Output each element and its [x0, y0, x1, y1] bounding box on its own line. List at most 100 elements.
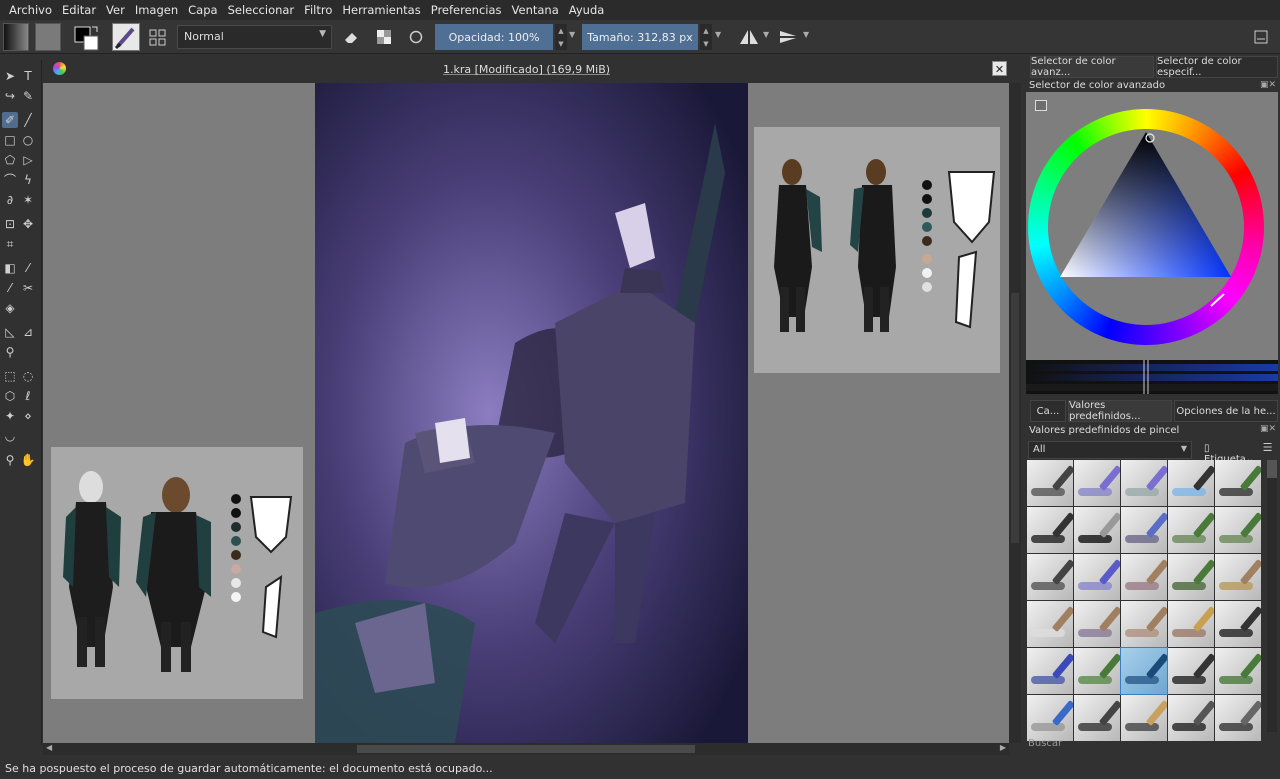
tab-brush-presets[interactable]: Valores predefinidos...	[1068, 400, 1172, 422]
freehand-path-icon[interactable]: ϟ	[20, 172, 36, 188]
opacity-slider[interactable]: Opacidad: 100%	[435, 24, 553, 50]
reference-image-left[interactable]	[51, 447, 303, 699]
blend-mode-select[interactable]: Normal ▼	[177, 25, 332, 49]
tab-specific-color-selector[interactable]: Selector de color especif...	[1156, 56, 1278, 78]
pan-tool-icon[interactable]: ✋	[20, 452, 36, 468]
preset-item[interactable]	[1215, 460, 1261, 506]
scroll-thumb[interactable]	[1011, 293, 1019, 543]
preset-item[interactable]	[1215, 601, 1261, 647]
pattern-swatch[interactable]	[35, 23, 61, 51]
alpha-lock-icon[interactable]	[373, 25, 395, 49]
preset-grid-scrollbar[interactable]	[1267, 460, 1277, 732]
color-picker-icon[interactable]: ⁄	[20, 260, 36, 276]
scroll-right-icon[interactable]: ▶	[1000, 743, 1006, 752]
size-stepper[interactable]: ▲ ▼	[700, 24, 712, 50]
reload-preset-icon[interactable]	[405, 25, 427, 49]
opacity-stepper[interactable]: ▲ ▼	[555, 24, 567, 50]
preset-item[interactable]	[1027, 695, 1073, 741]
preset-item[interactable]	[1168, 507, 1214, 553]
color-history-bars[interactable]	[1026, 360, 1278, 394]
chevron-down-icon[interactable]: ▼	[569, 30, 575, 58]
menu-herramientas[interactable]: Herramientas	[337, 3, 425, 17]
menu-ayuda[interactable]: Ayuda	[564, 3, 610, 17]
preset-item[interactable]	[1074, 648, 1120, 694]
main-painting[interactable]	[315, 83, 748, 743]
tab-ca[interactable]: Ca...	[1030, 400, 1066, 422]
preset-item-selected[interactable]	[1120, 647, 1168, 695]
preset-item[interactable]	[1168, 460, 1214, 506]
select-shapes-icon[interactable]: ➤	[2, 68, 18, 84]
preset-item[interactable]	[1074, 554, 1120, 600]
preset-item[interactable]	[1027, 648, 1073, 694]
saturation-value-triangle[interactable]	[1026, 92, 1278, 364]
rectangle-tool-icon[interactable]: □	[2, 132, 18, 148]
chevron-down-icon[interactable]: ▼	[715, 30, 721, 58]
preset-item[interactable]	[1027, 507, 1073, 553]
multibrush-icon[interactable]: ✶	[20, 192, 36, 208]
eraser-icon[interactable]	[340, 25, 362, 49]
preset-item[interactable]	[1121, 601, 1167, 647]
preset-item[interactable]	[1215, 648, 1261, 694]
preset-item[interactable]	[1215, 695, 1261, 741]
fill-tool-icon[interactable]: ◈	[2, 300, 18, 316]
preset-item[interactable]	[1121, 507, 1167, 553]
fg-bg-color-icon[interactable]	[73, 23, 101, 51]
bezier-select-icon[interactable]: ◡	[2, 428, 18, 444]
reference-image-right[interactable]	[754, 127, 1000, 373]
preset-search-input[interactable]: Buscar	[1028, 738, 1062, 749]
rect-select-icon[interactable]: ⬚	[2, 368, 18, 384]
gradient-swatch[interactable]	[3, 23, 29, 51]
tag-button[interactable]: ▯ Etiqueta⌄	[1200, 441, 1256, 465]
canvas[interactable]	[43, 83, 1009, 743]
preset-item[interactable]	[1215, 507, 1261, 553]
crop-tool-icon[interactable]: ⌗	[2, 236, 18, 252]
mirror-horizontal-icon[interactable]	[738, 25, 760, 49]
colorize-mask-icon[interactable]: ⁄	[2, 280, 18, 296]
assistant-tool-icon[interactable]: ◺	[2, 324, 18, 340]
preset-item[interactable]	[1074, 460, 1120, 506]
freehand-select-icon[interactable]: ℓ	[20, 388, 36, 404]
preset-item[interactable]	[1168, 648, 1214, 694]
measure-tool-icon[interactable]: ⊿	[20, 324, 36, 340]
view-mode-icon[interactable]: ☰	[1259, 441, 1276, 459]
zoom-tool-icon[interactable]: ⚲	[2, 452, 18, 468]
ellipse-select-icon[interactable]: ◌	[20, 368, 36, 384]
similar-select-icon[interactable]: ⋄	[20, 408, 36, 424]
smart-patch-icon[interactable]: ✂	[20, 280, 36, 296]
edit-shapes-icon[interactable]: ↪	[2, 88, 18, 104]
text-tool-icon[interactable]: T	[20, 68, 36, 84]
brush-preset-icon[interactable]	[112, 23, 140, 51]
chevron-down-icon[interactable]: ▼	[803, 30, 809, 58]
move-tool-icon[interactable]: ✥	[20, 216, 36, 232]
preset-item[interactable]	[1074, 601, 1120, 647]
horizontal-scrollbar[interactable]: ◀ ▶	[43, 743, 1009, 755]
preset-item[interactable]	[1215, 554, 1261, 600]
close-icon[interactable]: ✕	[992, 61, 1007, 76]
gradient-tool-icon[interactable]: ◧	[2, 260, 18, 276]
preset-item[interactable]	[1168, 601, 1214, 647]
polyline-tool-icon[interactable]: ▷	[20, 152, 36, 168]
preset-filter-select[interactable]: All ▼	[1028, 441, 1192, 459]
menu-seleccionar[interactable]: Seleccionar	[223, 3, 300, 17]
menu-capa[interactable]: Capa	[183, 3, 222, 17]
preset-item[interactable]	[1121, 554, 1167, 600]
menu-ver[interactable]: Ver	[101, 3, 130, 17]
preset-item[interactable]	[1074, 507, 1120, 553]
reference-pin-icon[interactable]: ⚲	[2, 344, 18, 360]
dynamic-brush-icon[interactable]: ∂	[2, 192, 18, 208]
preset-item[interactable]	[1027, 601, 1073, 647]
preset-item[interactable]	[1027, 460, 1073, 506]
tab-tool-options[interactable]: Opciones de la he...	[1174, 400, 1278, 422]
size-slider[interactable]: Tamaño: 312,83 px	[582, 24, 698, 50]
scroll-left-icon[interactable]: ◀	[46, 743, 52, 752]
bezier-tool-icon[interactable]: ⌒	[2, 172, 18, 188]
preset-item[interactable]	[1074, 695, 1120, 741]
scroll-thumb[interactable]	[357, 745, 695, 753]
document-tab[interactable]: 1.kra [Modificado] (169,9 MiB)	[43, 56, 1010, 83]
vertical-scrollbar[interactable]	[1009, 83, 1021, 743]
preset-item[interactable]	[1121, 695, 1167, 741]
transform-tool-icon[interactable]: ⊡	[2, 216, 18, 232]
preset-item[interactable]	[1168, 554, 1214, 600]
chevron-down-icon[interactable]: ▼	[763, 30, 769, 58]
polygon-select-icon[interactable]: ⬡	[2, 388, 18, 404]
